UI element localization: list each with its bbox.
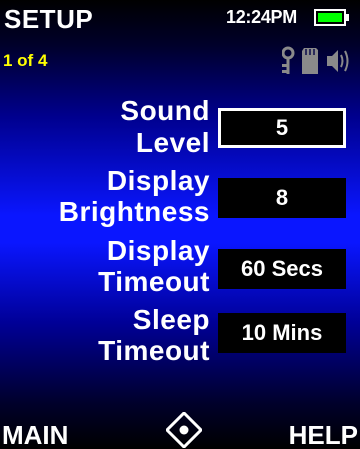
- setting-label-line1: Sleep: [132, 304, 210, 335]
- setting-label-line2: Timeout: [98, 266, 210, 297]
- setting-label-line2: Brightness: [58, 196, 210, 227]
- speaker-icon: [327, 50, 349, 72]
- setting-label-line1: Display: [106, 165, 210, 196]
- setting-label-line1: Sound: [120, 95, 210, 126]
- setup-screen: SETUP 1 of 4 12:24PM Sound Level 5 Displ…: [0, 0, 360, 449]
- status-icons: [282, 46, 349, 74]
- setting-label-line2: Level: [135, 127, 210, 158]
- setting-label-line2: Timeout: [98, 335, 210, 366]
- page-indicator: 1 of 4: [3, 51, 48, 70]
- help-softkey[interactable]: HELP: [289, 420, 358, 449]
- sound-level-value[interactable]: 5: [218, 108, 346, 148]
- key-icon: [282, 46, 295, 74]
- display-brightness-value[interactable]: 8: [218, 178, 346, 218]
- battery-icon: [314, 9, 349, 26]
- clock: 12:24PM: [226, 7, 297, 27]
- page-title: SETUP: [4, 4, 94, 34]
- setting-label-line1: Display: [106, 235, 210, 266]
- navigation-pad-icon[interactable]: [166, 412, 202, 448]
- main-softkey[interactable]: MAIN: [2, 420, 68, 449]
- display-timeout-value[interactable]: 60 Secs: [218, 249, 346, 289]
- sleep-timeout-value[interactable]: 10 Mins: [218, 313, 346, 353]
- sd-card-icon: [302, 48, 318, 74]
